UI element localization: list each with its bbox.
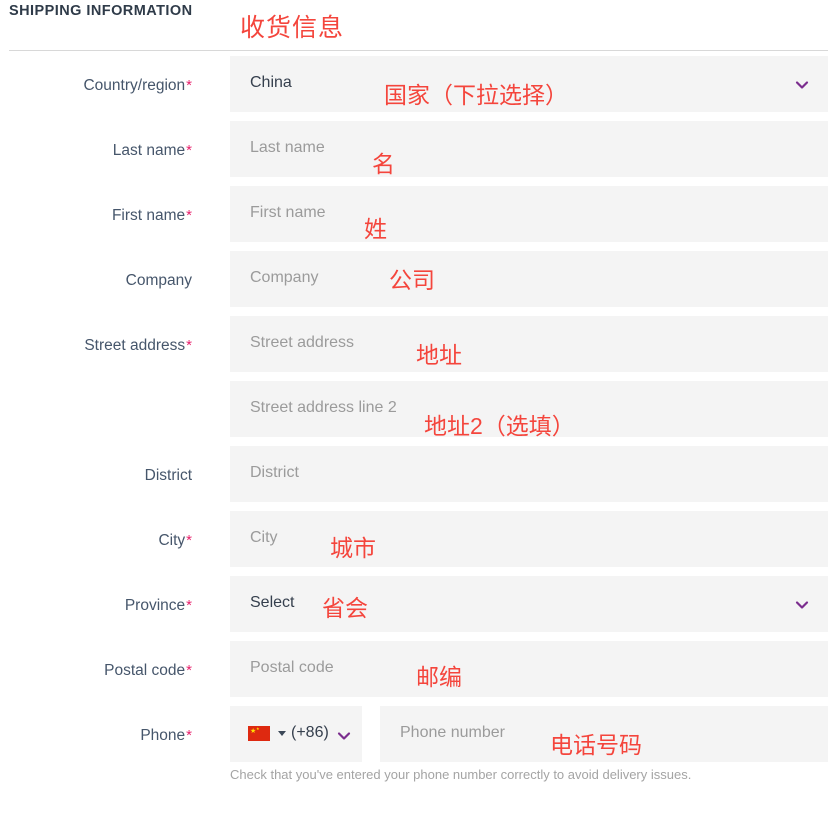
required-asterisk: *: [186, 532, 192, 549]
form-row-country-region: Country/region* China 国家（下拉选择）: [0, 52, 834, 117]
label-phone: Phone*: [0, 728, 192, 744]
input-postal-code-wrapper[interactable]: Postal code: [230, 641, 828, 697]
form-row-city: City* City 城市: [0, 507, 834, 572]
phone-dial-code: (+86): [291, 724, 329, 741]
input-district-placeholder: District: [250, 464, 299, 481]
label-street-address: Street address*: [0, 338, 192, 354]
shipping-information-header: SHIPPING INFORMATION 收货信息: [0, 0, 834, 52]
label-first-name-text: First name: [111, 207, 186, 224]
form-row-street-address-line-2: Street address line 2 地址2（选填）: [0, 377, 834, 442]
input-street-address-line-2-wrapper[interactable]: Street address line 2: [230, 381, 828, 437]
caret-down-icon: [278, 731, 286, 736]
chevron-down-icon: [794, 77, 810, 93]
label-last-name-text: Last name: [112, 142, 186, 159]
input-postal-code-placeholder: Postal code: [250, 659, 334, 676]
select-country-region[interactable]: China: [230, 56, 828, 112]
input-first-name-placeholder: First name: [250, 204, 326, 221]
china-flag-icon: ★ ★: [248, 726, 270, 741]
select-country-region-value: China: [250, 74, 292, 91]
select-phone-country-code[interactable]: ★ ★ (+86): [230, 706, 362, 762]
label-province: Province*: [0, 598, 192, 614]
form-row-postal-code: Postal code* Postal code 邮编: [0, 637, 834, 702]
form-row-province: Province* Select 省会: [0, 572, 834, 637]
label-city-text: City: [158, 532, 186, 549]
input-company-placeholder: Company: [250, 269, 319, 286]
input-phone-number-wrapper[interactable]: Phone number: [380, 706, 828, 762]
input-first-name-wrapper[interactable]: First name: [230, 186, 828, 242]
form-row-street-address: Street address* Street address 地址: [0, 312, 834, 377]
form-row-first-name: First name* First name 姓: [0, 182, 834, 247]
form-row-phone: Phone* ★ ★ (+86) Phone number 电话号码 Check…: [0, 702, 834, 781]
label-district: District: [144, 467, 192, 484]
label-company: Company: [125, 272, 192, 289]
input-street-address-line-2-placeholder: Street address line 2: [250, 399, 397, 416]
input-street-address-placeholder: Street address: [250, 334, 355, 351]
required-asterisk: *: [186, 142, 192, 159]
select-province[interactable]: Select: [230, 576, 828, 632]
label-postal-code-text: Postal code: [104, 662, 186, 679]
input-district-wrapper[interactable]: District: [230, 446, 828, 502]
form-row-last-name: Last name* Last name 名: [0, 117, 834, 182]
required-asterisk: *: [186, 207, 192, 224]
header-annotation-chinese: 收货信息: [240, 14, 345, 42]
required-asterisk: *: [186, 727, 192, 744]
label-province-text: Province: [124, 597, 186, 614]
chevron-down-icon: [794, 597, 810, 613]
chevron-down-icon: [336, 728, 352, 744]
flag-star-small: ★: [256, 726, 260, 731]
required-asterisk: *: [186, 337, 192, 354]
phone-helper-text: Check that you've entered your phone num…: [230, 767, 692, 782]
label-last-name: Last name*: [0, 143, 192, 159]
form-row-district: District District: [0, 442, 834, 507]
required-asterisk: *: [186, 77, 192, 94]
input-last-name-placeholder: Last name: [250, 139, 325, 156]
shipping-address-form: Country/region* China 国家（下拉选择） Last name…: [0, 52, 834, 781]
input-city-placeholder: City: [250, 529, 278, 546]
input-phone-number-placeholder: Phone number: [400, 724, 505, 741]
select-province-value: Select: [250, 594, 295, 611]
input-city-wrapper[interactable]: City: [230, 511, 828, 567]
form-row-company: Company Company 公司: [0, 247, 834, 312]
input-last-name-wrapper[interactable]: Last name: [230, 121, 828, 177]
input-company-wrapper[interactable]: Company: [230, 251, 828, 307]
label-country-region-text: Country/region: [83, 77, 186, 94]
page-title: SHIPPING INFORMATION: [9, 3, 193, 19]
label-street-address-text: Street address: [84, 337, 186, 354]
input-street-address-wrapper[interactable]: Street address: [230, 316, 828, 372]
label-postal-code: Postal code*: [0, 663, 192, 679]
required-asterisk: *: [186, 597, 192, 614]
label-city: City*: [0, 533, 192, 549]
header-divider: [9, 50, 828, 51]
label-phone-text: Phone: [140, 727, 186, 744]
label-first-name: First name*: [0, 208, 192, 224]
required-asterisk: *: [186, 662, 192, 679]
label-country-region: Country/region*: [0, 78, 192, 94]
